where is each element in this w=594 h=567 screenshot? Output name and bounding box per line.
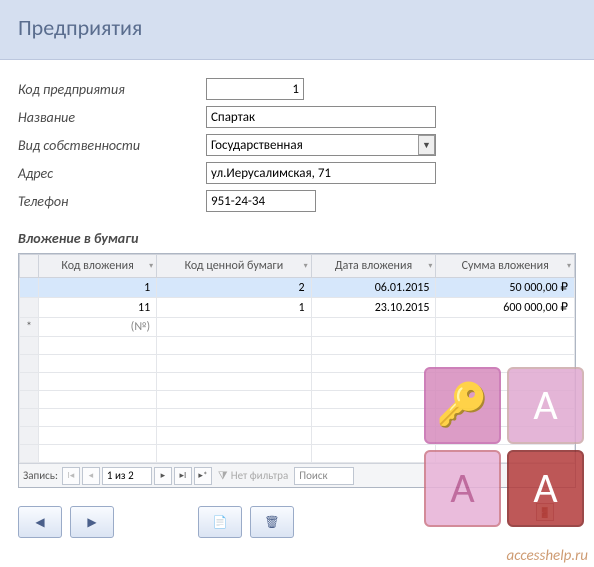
search-input[interactable]: Поиск xyxy=(294,467,354,485)
input-company-id[interactable] xyxy=(206,78,304,100)
table-row-new[interactable]: * (№) xyxy=(20,318,575,337)
filter-indicator[interactable]: ⧩Нет фильтра xyxy=(218,469,288,483)
new-record-button[interactable]: 📄 xyxy=(198,506,242,538)
label-id: Код предприятия xyxy=(18,81,206,98)
row-selector[interactable] xyxy=(20,278,39,298)
cell-date[interactable]: 23.10.2015 xyxy=(311,298,436,318)
nav-new-button[interactable]: ▸* xyxy=(194,467,212,485)
new-record-icon: 📄 xyxy=(213,515,228,530)
col-security-id[interactable]: Код ценной бумаги▾ xyxy=(157,255,311,278)
label-type: Вид собственности xyxy=(18,137,206,154)
nav-prev-button[interactable]: ◂ xyxy=(82,467,100,485)
triangle-right-icon: ▶ xyxy=(87,515,96,530)
close-form-icon[interactable]: 🚪 xyxy=(536,503,554,521)
filter-icon: ⧩ xyxy=(218,469,228,483)
cell-sum[interactable]: 600 000,00 ₽ xyxy=(436,298,575,318)
col-date[interactable]: Дата вложения▾ xyxy=(311,255,436,278)
cell-sum[interactable]: 50 000,00 ₽ xyxy=(436,278,575,298)
delete-record-icon: 🗑 xyxy=(264,515,279,530)
nav-last-button[interactable]: ▸I xyxy=(174,467,192,485)
table-row[interactable]: 1 2 06.01.2015 50 000,00 ₽ xyxy=(20,278,575,298)
cell-sec[interactable]: 1 xyxy=(157,298,311,318)
form-nav-buttons: ◀ ▶ 📄 🗑 xyxy=(0,488,594,538)
cell-new-id[interactable]: (№) xyxy=(38,318,156,337)
investments-table[interactable]: Код вложения▾ Код ценной бумаги▾ Дата вл… xyxy=(19,254,575,463)
input-company-name[interactable] xyxy=(206,106,436,128)
row-selector-header[interactable] xyxy=(20,255,39,278)
subform-title: Вложение в бумаги xyxy=(0,226,594,253)
input-address[interactable] xyxy=(206,162,436,184)
cell-date[interactable]: 06.01.2015 xyxy=(311,278,436,298)
new-row-marker: * xyxy=(20,318,39,337)
label-phone: Телефон xyxy=(18,193,206,210)
input-phone[interactable] xyxy=(206,190,316,212)
cell-id[interactable]: 11 xyxy=(38,298,156,318)
subform-investments: Код вложения▾ Код ценной бумаги▾ Дата вл… xyxy=(18,253,576,488)
next-record-button[interactable]: ▶ xyxy=(70,506,114,538)
col-investment-id[interactable]: Код вложения▾ xyxy=(38,255,156,278)
nav-label: Запись: xyxy=(23,469,58,482)
delete-record-button[interactable]: 🗑 xyxy=(250,506,294,538)
page-title: Предприятия xyxy=(18,14,576,41)
col-sum[interactable]: Сумма вложения▾ xyxy=(436,255,575,278)
input-ownership-type[interactable] xyxy=(206,134,436,156)
form-fields: Код предприятия Название Вид собственнос… xyxy=(0,60,594,226)
watermark-text: accesshelp.ru xyxy=(507,547,588,565)
table-row[interactable]: 11 1 23.10.2015 600 000,00 ₽ xyxy=(20,298,575,318)
label-address: Адрес xyxy=(18,165,206,182)
row-selector[interactable] xyxy=(20,298,39,318)
nav-first-button[interactable]: I◂ xyxy=(62,467,80,485)
label-name: Название xyxy=(18,109,206,126)
nav-next-button[interactable]: ▸ xyxy=(154,467,172,485)
cell-id[interactable]: 1 xyxy=(38,278,156,298)
dropdown-button[interactable]: ▼ xyxy=(418,135,435,155)
triangle-left-icon: ◀ xyxy=(35,515,44,530)
form-header: Предприятия xyxy=(0,0,594,60)
nav-counter[interactable]: 1 из 2 xyxy=(102,467,152,485)
cell-sec[interactable]: 2 xyxy=(157,278,311,298)
record-navigator: Запись: I◂ ◂ 1 из 2 ▸ ▸I ▸* ⧩Нет фильтра… xyxy=(19,463,575,487)
prev-record-button[interactable]: ◀ xyxy=(18,506,62,538)
